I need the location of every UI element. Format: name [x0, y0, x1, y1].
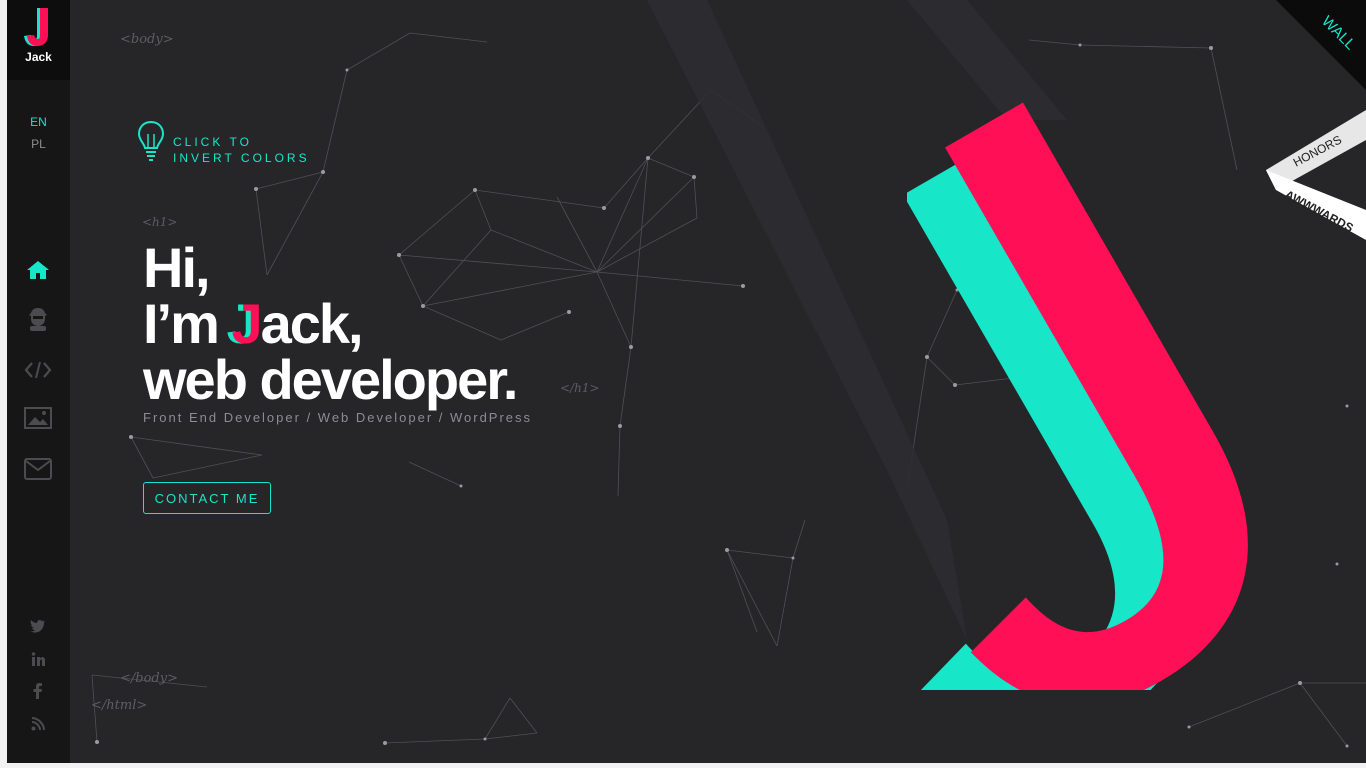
facebook-icon: [33, 683, 42, 699]
hacker-icon: [29, 308, 47, 331]
lightbulb-icon: [137, 120, 165, 161]
home-icon: [27, 261, 49, 279]
code-icon: [24, 361, 52, 379]
code-tag-h1-close: </h1>: [560, 381, 600, 395]
hero-line2-prefix: I’m: [143, 292, 232, 355]
hero-j-letter: J: [231, 296, 262, 352]
invert-label: CLICK TO INVERT COLORS: [173, 134, 343, 166]
hero-line2-rest: ack,: [260, 292, 364, 355]
hero-line1: Hi,: [143, 236, 211, 299]
invert-colors-toggle[interactable]: CLICK TO INVERT COLORS: [137, 120, 337, 166]
lang-en[interactable]: EN: [7, 115, 70, 129]
hero-subtitle: Front End Developer / Web Developer / Wo…: [143, 410, 533, 425]
nav-about[interactable]: [24, 307, 52, 331]
nav-contact[interactable]: [24, 457, 52, 481]
hero-line2: I’m Jack,: [143, 296, 517, 352]
rss-icon: [31, 717, 45, 731]
nav-code[interactable]: [24, 358, 52, 382]
social-facebook[interactable]: [29, 682, 47, 700]
nav-home[interactable]: [24, 258, 52, 282]
hero-heading: Hi, I’m Jack, web developer.: [143, 236, 518, 411]
social-rss[interactable]: [29, 715, 47, 733]
code-tag-html-close: </html>: [91, 698, 148, 713]
lang-pl[interactable]: PL: [7, 137, 70, 151]
hero-j-text: J: [231, 292, 262, 355]
code-tag-body-close: </body>: [120, 671, 178, 686]
linkedin-icon: [31, 651, 45, 666]
mail-icon: [24, 458, 52, 480]
logo[interactable]: Jack: [7, 0, 70, 80]
awwwards-honors-badge[interactable]: HONORS AWWWARDS: [1266, 110, 1366, 250]
invert-line1: CLICK TO: [173, 135, 252, 149]
logo-text: Jack: [25, 50, 52, 64]
sidebar: Jack EN PL: [7, 0, 70, 763]
contact-me-button[interactable]: CONTACT ME: [143, 482, 271, 514]
wall-ribbon[interactable]: WALL: [1266, 0, 1366, 100]
j-logo-icon: [24, 8, 48, 46]
twitter-icon: [30, 619, 45, 633]
social-linkedin[interactable]: [29, 650, 47, 668]
page-frame: <body> <h1> </h1> </body> </html> CLICK …: [7, 0, 1366, 763]
invert-line2: INVERT COLORS: [173, 151, 310, 165]
code-tag-h1-open: <h1>: [142, 215, 178, 229]
nav-portfolio[interactable]: [24, 406, 52, 430]
image-icon: [24, 407, 52, 429]
social-twitter[interactable]: [29, 617, 47, 635]
code-tag-body-open: <body>: [120, 32, 174, 47]
hero-line3: web developer.: [143, 348, 518, 411]
